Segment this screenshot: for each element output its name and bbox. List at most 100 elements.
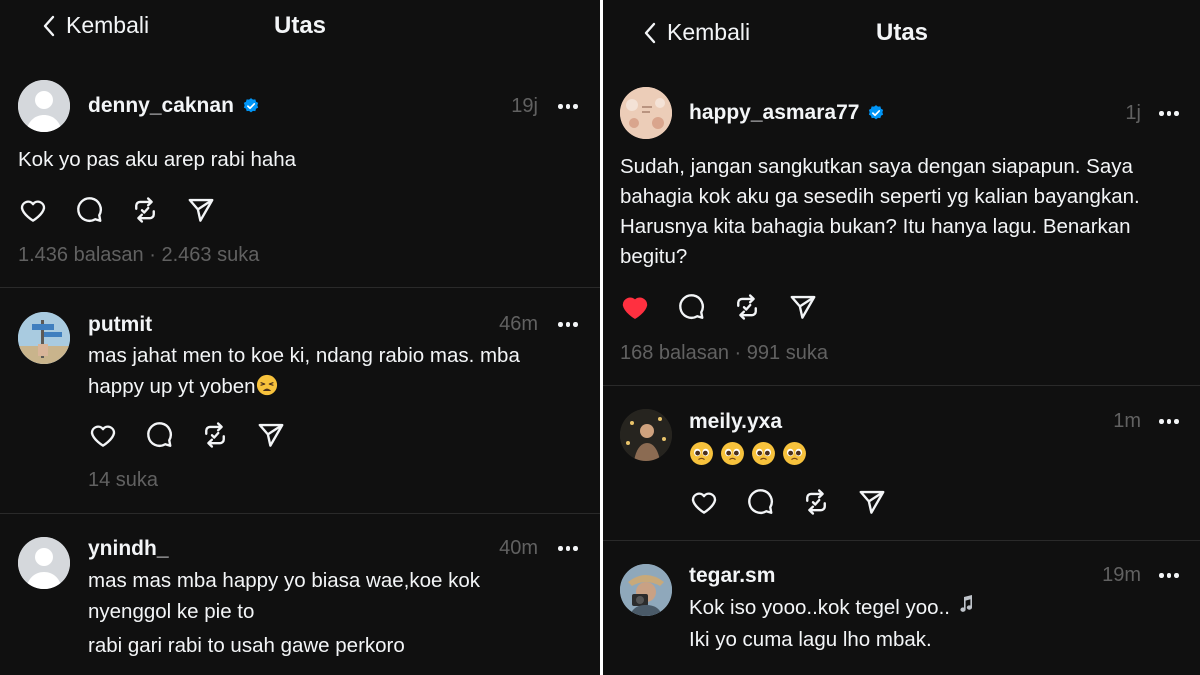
send-icon[interactable] (256, 420, 286, 450)
more-options-button[interactable] (1159, 111, 1179, 116)
avatar[interactable] (620, 564, 672, 616)
avatar-photo-icon (620, 564, 672, 616)
replies-count[interactable]: 168 balasan (620, 342, 729, 364)
post-actions (620, 292, 818, 322)
more-options-button[interactable] (558, 104, 578, 109)
default-avatar-icon (18, 80, 70, 132)
pleading-face-emoji-icon (689, 441, 714, 466)
avatar-photo-icon (18, 312, 70, 364)
send-icon[interactable] (788, 292, 818, 322)
verified-badge-icon (242, 97, 260, 115)
post-text-line: bahagia kok aku ga sesedih seperti yg ka… (620, 185, 1140, 208)
avatar[interactable] (620, 87, 672, 139)
avatar[interactable] (18, 537, 70, 589)
stats-separator: · (734, 342, 742, 364)
thread-left-panel: Kembali Utas denny_caknan 19j Kok yo pas… (0, 0, 600, 675)
pleading-face-emoji-icon (782, 441, 807, 466)
chevron-left-icon (43, 15, 55, 36)
send-icon[interactable] (186, 195, 216, 225)
reply-text: Kok iso yooo..kok tegel yoo.. Iki yo cum… (689, 592, 980, 656)
reply-text-line: mas mas mba happy yo biasa wae,koe kok (88, 569, 480, 592)
reply-text-line: happy up yt yoben (88, 371, 520, 402)
avatar-photo-icon (620, 87, 672, 139)
more-options-button[interactable] (558, 322, 578, 327)
more-horizontal-icon (558, 104, 563, 109)
replies-count[interactable]: 1.436 balasan (18, 244, 144, 266)
post-actions (18, 195, 216, 225)
repost-icon[interactable] (200, 420, 230, 450)
top-bar: Kembali Utas (603, 0, 1200, 52)
back-button[interactable]: Kembali (42, 12, 149, 39)
comment-icon[interactable] (676, 292, 706, 322)
reply-username[interactable]: ynindh_ (88, 537, 169, 561)
reply-username[interactable]: putmit (88, 313, 152, 337)
comment-icon[interactable] (74, 195, 104, 225)
post-time: 1j (1125, 102, 1141, 124)
more-horizontal-icon (1159, 111, 1164, 116)
username-text: denny_caknan (88, 94, 234, 117)
reply-time: 46m (499, 313, 538, 335)
heart-icon[interactable] (88, 420, 118, 450)
divider (0, 287, 600, 288)
username-text: meily.yxa (689, 410, 783, 433)
heart-icon[interactable] (689, 487, 719, 517)
thread-right-panel: Kembali Utas happy_asmara77 1j Sudah, ja… (603, 0, 1200, 675)
reply-text-line: Iki yo cuma lagu lho mbak. (689, 628, 932, 651)
post-text: Kok yo pas aku arep rabi haha (18, 148, 297, 171)
pleading-face-emoji-icon (720, 441, 745, 466)
stats-separator: · (149, 244, 156, 266)
more-horizontal-icon (1159, 419, 1164, 424)
reply-username[interactable]: tegar.sm (689, 564, 775, 588)
post-text: Sudah, jangan sangkutkan saya dengan sia… (620, 152, 1140, 272)
more-options-button[interactable] (558, 546, 578, 551)
weary-face-emoji-icon (256, 374, 278, 396)
reply-text-line: nyenggol ke pie to (88, 600, 255, 623)
post-username[interactable]: happy_asmara77 (689, 101, 885, 125)
reply-time: 40m (499, 537, 538, 559)
verified-badge-icon (867, 104, 885, 122)
reply-stats[interactable]: 14 suka (88, 469, 158, 492)
post-text-line: Sudah, jangan sangkutkan saya dengan sia… (620, 155, 1133, 178)
heart-icon[interactable] (18, 195, 48, 225)
more-horizontal-icon (558, 322, 563, 327)
divider (603, 385, 1200, 386)
avatar[interactable] (620, 409, 672, 461)
back-label: Kembali (667, 19, 751, 45)
more-options-button[interactable] (1159, 573, 1179, 578)
reply-time: 19m (1102, 564, 1141, 586)
comment-icon[interactable] (144, 420, 174, 450)
likes-count[interactable]: 2.463 suka (161, 244, 259, 266)
avatar-photo-icon (620, 409, 672, 461)
screenshot-stage: Kembali Utas denny_caknan 19j Kok yo pas… (0, 0, 1200, 675)
post-time: 19j (511, 95, 538, 117)
avatar[interactable] (18, 312, 70, 364)
post-username[interactable]: denny_caknan (88, 94, 260, 118)
page-title: Utas (274, 12, 327, 39)
more-options-button[interactable] (1159, 419, 1179, 424)
reply-text-segment: happy up yt yoben (88, 375, 256, 398)
divider (0, 513, 600, 514)
default-avatar-icon (18, 537, 70, 589)
likes-count[interactable]: 991 suka (747, 342, 828, 364)
reply-text: mas jahat men to koe ki, ndang rabio mas… (88, 340, 520, 402)
divider (603, 540, 1200, 541)
reply-text: mas mas mba happy yo biasa wae,koe kok n… (88, 565, 480, 661)
reply-emoji-row (689, 441, 807, 466)
avatar[interactable] (18, 80, 70, 132)
post-text-line: begitu? (620, 245, 688, 268)
reply-time: 1m (1113, 410, 1141, 432)
username-text: happy_asmara77 (689, 101, 860, 124)
repost-icon[interactable] (801, 487, 831, 517)
back-button[interactable]: Kembali (643, 19, 750, 46)
username-text: ynindh_ (88, 537, 169, 560)
reply-text-segment: Kok iso yooo..kok tegel yoo.. (689, 596, 950, 619)
heart-filled-icon[interactable] (620, 292, 650, 322)
repost-icon[interactable] (130, 195, 160, 225)
reply-username[interactable]: meily.yxa (689, 410, 782, 434)
reply-actions (88, 420, 286, 450)
send-icon[interactable] (857, 487, 887, 517)
comment-icon[interactable] (745, 487, 775, 517)
reply-text-line: Kok iso yooo..kok tegel yoo.. (689, 592, 980, 624)
repost-icon[interactable] (732, 292, 762, 322)
more-horizontal-icon (558, 546, 563, 551)
